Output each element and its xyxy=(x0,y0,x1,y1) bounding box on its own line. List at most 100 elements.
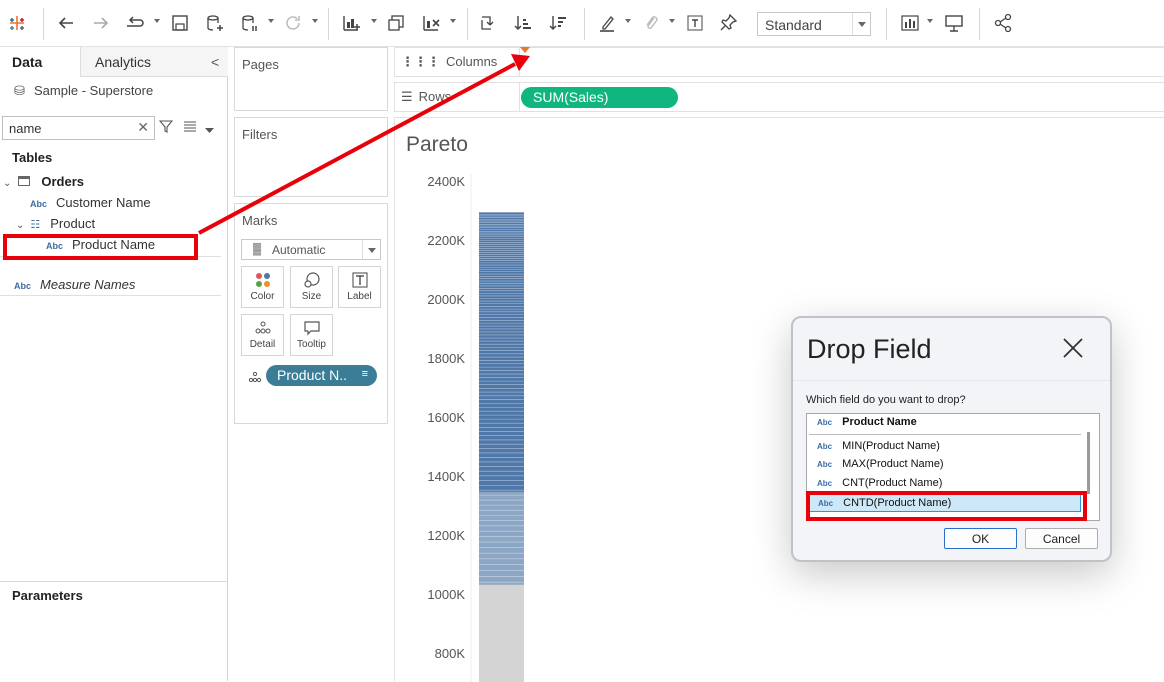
duplicate-icon[interactable] xyxy=(385,12,407,34)
mark-type-select[interactable]: ▓ Automatic xyxy=(241,239,381,260)
chevron-down-icon[interactable] xyxy=(205,122,214,137)
replay-icon[interactable] xyxy=(124,12,146,34)
color-icon xyxy=(242,267,283,291)
tooltip-label: Tooltip xyxy=(297,339,326,350)
field-search-value: name xyxy=(9,121,42,136)
tree-item-measure-names[interactable]: Abc Measure Names xyxy=(14,277,135,292)
chevron-down-icon: ⌄ xyxy=(16,220,25,231)
detail-icon xyxy=(248,370,262,388)
tab-data[interactable]: Data xyxy=(0,47,80,77)
columns-shelf[interactable]: ⋮⋮⋮ Columns xyxy=(394,47,1164,77)
group-icon[interactable] xyxy=(640,12,662,34)
filters-shelf[interactable]: Filters xyxy=(234,117,388,197)
rows-shelf[interactable]: ☰ Rows SUM(Sales) xyxy=(394,82,1164,112)
new-datasource-icon[interactable] xyxy=(204,12,226,34)
field-option-product-name[interactable]: Abc Product Name xyxy=(809,414,1081,432)
toolbar-separator xyxy=(886,8,887,40)
columns-icon: ⋮⋮⋮ xyxy=(401,54,440,69)
color-button[interactable]: Color xyxy=(241,266,284,308)
drop-indicator xyxy=(520,47,530,53)
tableau-logo-icon[interactable] xyxy=(6,12,28,34)
field-option-label: Product Name xyxy=(842,416,917,428)
cancel-button[interactable]: Cancel xyxy=(1025,528,1098,549)
view-list-icon[interactable] xyxy=(183,119,197,136)
sort-ascending-icon[interactable] xyxy=(512,12,534,34)
abc-icon: Abc xyxy=(817,479,833,488)
new-sheet-dropdown-caret[interactable] xyxy=(371,19,377,23)
share-icon[interactable] xyxy=(992,12,1014,34)
ok-button[interactable]: OK xyxy=(944,528,1017,549)
show-me-icon[interactable] xyxy=(899,12,921,34)
abc-icon: Abc xyxy=(14,281,32,291)
pause-updates-icon[interactable] xyxy=(239,12,261,34)
size-icon xyxy=(291,267,332,291)
marks-label: Marks xyxy=(242,213,278,228)
new-worksheet-icon[interactable] xyxy=(340,12,362,34)
collapse-pane-icon[interactable]: < xyxy=(211,54,219,70)
redo-icon[interactable] xyxy=(90,12,112,34)
undo-icon[interactable] xyxy=(55,12,77,34)
show-labels-icon[interactable] xyxy=(684,12,706,34)
pin-icon[interactable] xyxy=(718,12,740,34)
presentation-icon[interactable] xyxy=(943,12,965,34)
tree-item-product-name[interactable]: Abc Product Name xyxy=(46,237,155,252)
highlight-icon[interactable] xyxy=(596,12,618,34)
clear-dropdown-caret[interactable] xyxy=(450,19,456,23)
toolbar-separator xyxy=(328,8,329,40)
tooltip-button[interactable]: Tooltip xyxy=(290,314,333,356)
field-search-input[interactable]: name ✕ xyxy=(2,116,155,140)
sort-descending-icon[interactable] xyxy=(547,12,569,34)
replay-dropdown-caret[interactable] xyxy=(154,19,160,23)
list-scrollbar[interactable] xyxy=(1087,432,1090,494)
detail-icon xyxy=(242,315,283,339)
field-option-min[interactable]: Abc MIN(Product Name) xyxy=(809,438,1081,456)
detail-button[interactable]: Detail xyxy=(241,314,284,356)
pages-shelf[interactable]: Pages xyxy=(234,47,388,111)
clear-search-icon[interactable]: ✕ xyxy=(137,119,149,136)
tree-item-customer-name[interactable]: Abc Customer Name xyxy=(30,195,151,210)
filter-icon[interactable] xyxy=(158,119,174,136)
save-icon[interactable] xyxy=(169,12,191,34)
product-name-detail-pill[interactable]: Product N.. ≡ xyxy=(266,365,377,386)
columns-text: Columns xyxy=(446,54,498,69)
table-icon xyxy=(18,176,31,186)
highlight-dropdown-caret[interactable] xyxy=(625,19,631,23)
clear-sheet-icon[interactable] xyxy=(420,12,442,34)
tree-label-measure-names: Measure Names xyxy=(40,277,136,292)
tree-label-product-name: Product Name xyxy=(72,237,156,252)
pause-dropdown-caret[interactable] xyxy=(268,19,274,23)
abc-icon: Abc xyxy=(817,418,833,427)
size-button[interactable]: Size xyxy=(290,266,333,308)
field-option-max[interactable]: Abc MAX(Product Name) xyxy=(809,456,1081,474)
show-me-dropdown-caret[interactable] xyxy=(927,19,933,23)
close-icon[interactable] xyxy=(1059,334,1087,362)
marks-pill-label: Product N.. xyxy=(277,367,348,383)
sum-sales-pill[interactable]: SUM(Sales) xyxy=(521,87,678,108)
chart-area[interactable] xyxy=(395,118,545,682)
detail-label: Detail xyxy=(249,339,276,350)
tab-analytics[interactable]: Analytics xyxy=(80,47,228,77)
tree-label-orders: Orders xyxy=(41,174,85,189)
tree-item-orders[interactable]: ⌄ Orders xyxy=(3,174,84,189)
abc-icon: Abc xyxy=(46,241,64,251)
label-button[interactable]: Label xyxy=(338,266,381,308)
text-label-icon xyxy=(339,267,380,291)
view-size-select[interactable]: Standard xyxy=(757,12,871,36)
field-option-label: CNT(Product Name) xyxy=(842,477,943,489)
field-option-label: MIN(Product Name) xyxy=(842,440,940,452)
pages-label: Pages xyxy=(242,57,279,72)
group-dropdown-caret[interactable] xyxy=(669,19,675,23)
columns-label: ⋮⋮⋮ Columns xyxy=(401,54,497,70)
chevron-down-icon: ⌄ xyxy=(3,178,12,189)
rows-text: Rows xyxy=(418,89,452,104)
list-divider xyxy=(809,434,1081,435)
tree-item-product[interactable]: ⌄ ☷ Product xyxy=(16,216,95,231)
swap-icon[interactable] xyxy=(477,12,499,34)
field-option-label: MAX(Product Name) xyxy=(842,458,944,470)
bar-segment-tail xyxy=(479,491,524,585)
refresh-dropdown-caret[interactable] xyxy=(312,19,318,23)
datasource-row[interactable]: ⛁ Sample - Superstore xyxy=(14,83,153,99)
bar-chart-icon: ▓ xyxy=(253,243,262,255)
sort-icon: ≡ xyxy=(361,368,368,380)
refresh-icon[interactable] xyxy=(282,12,304,34)
